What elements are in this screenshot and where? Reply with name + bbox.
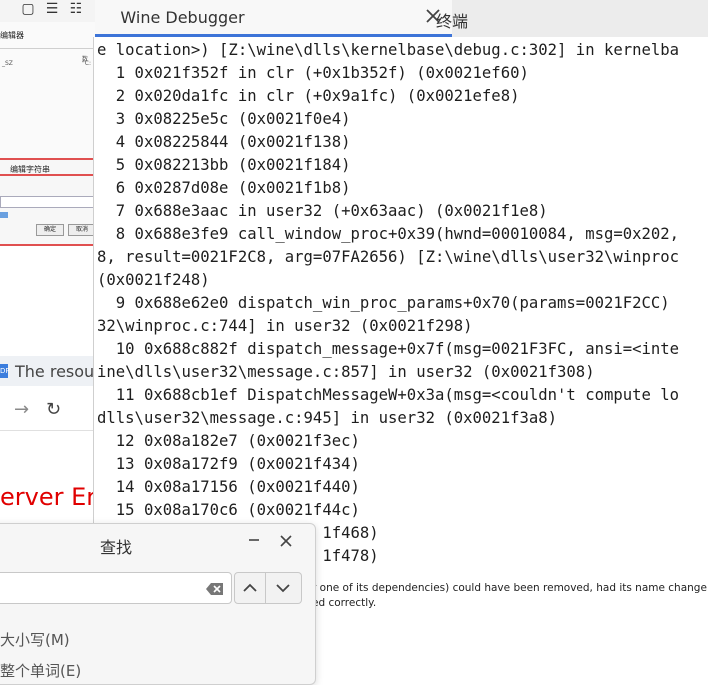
output-line: 8, result=0021F2C8, arg=07FA2656) [Z:\wi… [97, 248, 680, 266]
output-line: e location>) [Z:\wine\dlls\kernelbase\de… [97, 41, 680, 59]
tab-favicon-icon: DP [0, 364, 10, 378]
page-text-line: r one of its dependencies) could have be… [312, 582, 707, 594]
output-line: 7 0x688e3aac in user32 (+0x63aac) (0x002… [97, 202, 548, 220]
output-line: 13 0x08a172f9 (0x0021f434) [97, 455, 360, 473]
output-line: 5 0x082213bb (0x0021f184) [97, 156, 351, 174]
close-icon[interactable] [277, 532, 295, 550]
output-line: 1 0x021f352f in clr (+0x1b352f) (0x0021e… [97, 64, 529, 82]
match-case-option[interactable]: 大小写(M) [0, 629, 70, 650]
output-line: 12 0x08a182e7 (0x0021f3ec) [97, 432, 360, 450]
output-line: 6 0x0287d08e (0x0021f1b8) [97, 179, 351, 197]
debugger-output[interactable]: e location>) [Z:\wine\dlls\kernelbase\de… [93, 37, 708, 568]
output-line: ine\dlls\user32\message.c:857] in user32… [97, 363, 595, 381]
output-line: 2 0x020da1fc in clr (+0x9a1fc) (0x0021ef… [97, 87, 520, 105]
edit-string-dialog: 编辑字符串 确定 取消 [0, 158, 100, 246]
find-next-button[interactable] [266, 572, 302, 604]
page-text-line: ed correctly. [312, 597, 377, 609]
reload-icon[interactable]: ↻ [46, 399, 61, 420]
output-line: 9 0x688e62e0 dispatch_win_proc_params+0x… [97, 294, 670, 312]
divider [0, 48, 100, 49]
registry-value-type: _SZ [2, 60, 13, 67]
find-previous-button[interactable] [234, 572, 266, 604]
registry-column-header: 数 [82, 56, 89, 63]
output-line: 11 0x688cb1ef DispatchMessageW+0x3a(msg=… [97, 386, 680, 404]
output-line: 3 0x08225e5c (0x0021f0e4) [97, 110, 351, 128]
registry-editor-title: 编辑器 [0, 31, 24, 40]
output-line: 4 0x08225844 (0x0021f138) [97, 133, 351, 151]
output-line: dlls\user32\message.c:945] in user32 (0x… [97, 409, 558, 427]
find-dialog-title: 查找 [99, 538, 132, 557]
output-line: 32\winproc.c:744] in user32 (0x0021f298) [97, 317, 473, 335]
server-error-heading: erver Er [0, 483, 97, 511]
minimize-icon[interactable] [246, 532, 262, 548]
chevron-up-icon [243, 583, 257, 592]
browser-toolbar-divider [0, 430, 100, 431]
clear-text-icon[interactable] [205, 582, 225, 596]
value-data-field[interactable] [0, 196, 98, 208]
ok-button[interactable]: 确定 [36, 224, 64, 236]
browser-tab-title[interactable]: The resou [15, 362, 94, 381]
output-line: 10 0x688c882f dispatch_message+0x7f(msg=… [97, 340, 680, 358]
cancel-button[interactable]: 取消 [68, 224, 96, 236]
find-search-input[interactable] [0, 572, 232, 604]
chevron-down-icon [276, 584, 290, 593]
selection-marker [0, 212, 8, 218]
output-line: 8 0x688e3fe9 call_window_proc+0x39(hwnd=… [97, 225, 680, 243]
dialog-separator [0, 174, 100, 176]
whole-word-option[interactable]: 整个单词(E) [0, 660, 81, 681]
output-line: 14 0x08a17156 (0x0021f440) [97, 478, 360, 496]
tab-terminal-label: 终端 [435, 12, 468, 31]
forward-arrow-icon[interactable]: → [14, 399, 29, 420]
output-line: (0x0021f248) [97, 271, 210, 289]
output-line: 15 0x08a170c6 (0x0021f44c) [97, 501, 360, 519]
registry-editor-window: 编辑器 _SZ "C: 数 [0, 22, 100, 162]
